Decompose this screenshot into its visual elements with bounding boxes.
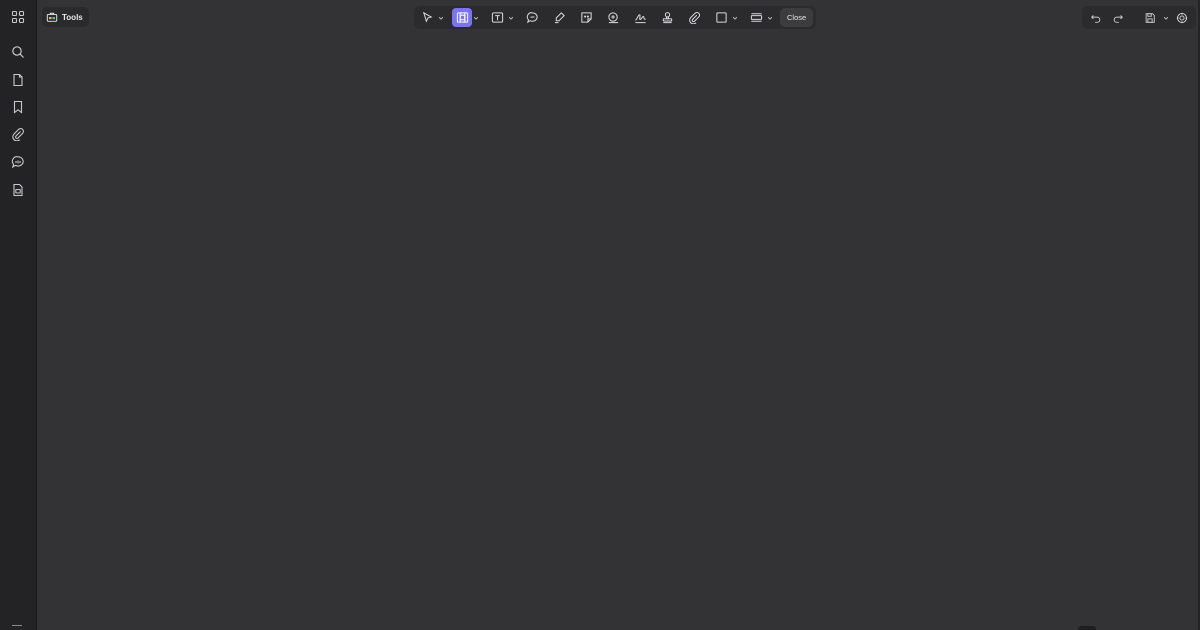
signature-icon[interactable]	[630, 8, 650, 27]
left-sidebar	[0, 0, 37, 630]
app-window: Tools Close	[0, 0, 1200, 630]
page-icon[interactable]	[8, 70, 28, 90]
attachment-icon[interactable]	[684, 8, 704, 27]
chevron-down-icon[interactable]	[1162, 8, 1170, 27]
chevron-down-icon[interactable]	[766, 8, 774, 27]
chevron-down-icon[interactable]	[731, 8, 739, 27]
form-fields-icon[interactable]	[8, 180, 28, 200]
document-canvas[interactable]	[37, 0, 1198, 630]
comment-icon[interactable]	[8, 152, 28, 172]
save-icon[interactable]	[1140, 8, 1160, 27]
chevron-down-icon[interactable]	[437, 8, 445, 27]
stamp-zoom-icon[interactable]	[603, 8, 623, 27]
text-box-icon[interactable]	[487, 8, 507, 27]
redo-icon[interactable]	[1108, 8, 1128, 27]
zoom-control[interactable]	[1078, 626, 1096, 630]
sticky-note-icon[interactable]	[576, 8, 596, 27]
attachment-icon[interactable]	[8, 124, 28, 144]
bookmark-icon[interactable]	[8, 97, 28, 117]
annotation-toolbar: Close	[414, 6, 817, 29]
tools-button[interactable]: Tools	[42, 7, 89, 27]
stamp-icon[interactable]	[657, 8, 677, 27]
edit-content-icon[interactable]	[452, 8, 472, 27]
close-button[interactable]: Close	[780, 8, 814, 27]
undo-icon[interactable]	[1086, 8, 1106, 27]
toolbox-icon	[46, 12, 58, 22]
sidebar-bottom-icon[interactable]	[12, 625, 22, 630]
select-cursor-icon[interactable]	[417, 8, 437, 27]
search-icon[interactable]	[8, 42, 28, 62]
apps-grid-icon[interactable]	[8, 7, 28, 27]
tools-label: Tools	[62, 12, 83, 22]
shape-rectangle-icon[interactable]	[711, 8, 731, 27]
history-toolbar	[1082, 6, 1196, 29]
measure-icon[interactable]	[746, 8, 766, 27]
chevron-down-icon[interactable]	[507, 8, 515, 27]
chevron-down-icon[interactable]	[472, 8, 480, 27]
ai-assistant-icon[interactable]	[1172, 8, 1192, 27]
comment-icon[interactable]	[522, 8, 542, 27]
highlight-icon[interactable]	[549, 8, 569, 27]
